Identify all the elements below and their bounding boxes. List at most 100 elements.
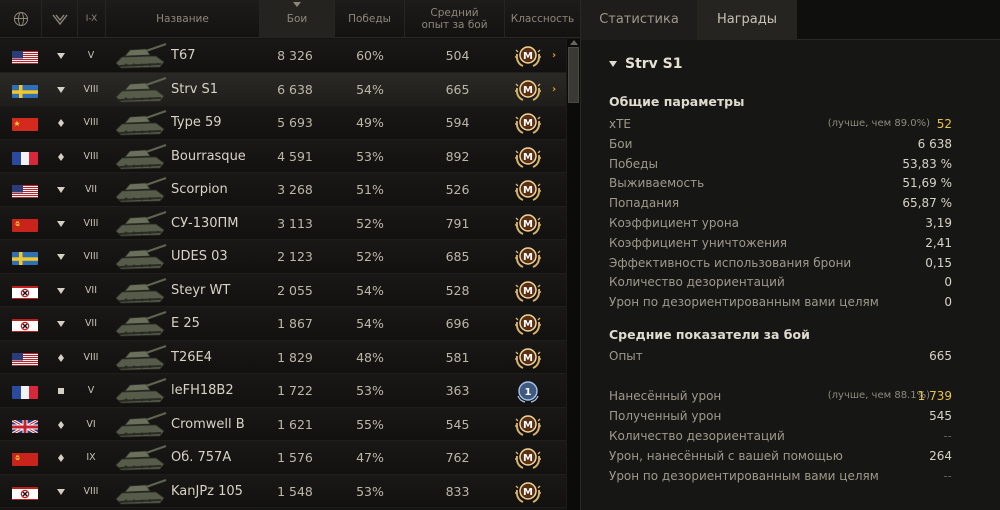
nation-flag-icon [12,285,38,299]
row-expand-arrow-icon[interactable]: › [552,39,556,72]
tier-label: VIII [83,485,99,497]
table-row[interactable]: VleFH18B2 1 722 53% 363 1 [0,374,566,408]
globe-icon [13,12,28,26]
tank-image [112,141,168,172]
tier-label: VIII [83,217,99,229]
tank-image [112,107,168,138]
sort-desc-icon [293,2,301,7]
header-name[interactable]: Название [106,0,260,38]
nation-flag-icon [12,251,38,265]
table-row[interactable]: VII Steyr WT 2 055 54% 528 M [0,273,566,307]
stat-label: Урон по дезориентированным вами целям [609,295,879,310]
stat-value: 0 [944,295,952,310]
stat-label: Полученный урон [609,409,722,423]
mastery-badge-first-class-icon: 1 [514,378,542,404]
stat-label: Количество дезориентаций [609,275,785,290]
header-avg-xp[interactable]: Средний опыт за бой [405,0,505,38]
header-wins[interactable]: Победы [335,0,405,38]
tank-image [112,476,168,507]
scroll-up-icon[interactable] [570,40,578,45]
tier-label: V [87,385,95,396]
vehicle-type-icon [55,185,67,195]
table-row[interactable]: VIII Strv S1 6 638 54% 665 M › [0,72,566,106]
svg-text:M: M [523,185,533,196]
vehicle-name: Scorpion [171,182,228,197]
scrollbar-thumb[interactable] [568,47,579,103]
svg-text:M: M [523,420,533,431]
stat-value: 1 739 [917,389,952,403]
vehicle-type-icon [51,14,68,26]
table-scrollbar[interactable] [566,39,580,510]
battles-cell: 1 548 [277,483,313,499]
battles-cell: 1 621 [277,416,313,432]
vehicle-type-icon [55,118,67,128]
nation-flag-icon [12,452,38,466]
nation-flag-icon [12,184,38,198]
header-battles[interactable]: Бои [260,0,335,38]
svg-text:M: M [523,286,533,297]
svg-text:M: M [523,252,533,263]
tier-label: VIII [83,351,99,363]
stat-label: Выживаемость [609,176,705,191]
stat-label: Опыт [609,349,643,363]
stat-value: 665 [929,349,952,363]
tank-image [112,74,168,105]
tier-label: VIII [83,83,99,95]
stat-row: Урон по дезориентированным вами целям 0 [609,292,952,312]
nation-flag-icon [12,352,38,366]
wins-cell: 52% [356,215,384,231]
table-row[interactable]: IX Об. 757А 1 576 47% 762 M [0,441,566,475]
nation-flag-icon [12,385,38,399]
vehicle-name: T67 [171,48,196,63]
vehicle-name: Bourrasque [171,148,246,164]
vehicle-type-icon [55,487,67,497]
wins-cell: 52% [356,249,384,264]
nation-flag-icon [12,151,38,165]
stat-value: 0 [944,275,952,290]
table-row[interactable]: V T67 8 326 60% 504 M › [0,39,566,73]
table-row[interactable]: VII E 25 1 867 54% 696 M [0,307,566,341]
wins-cell: 49% [356,115,384,130]
collapse-arrow-icon[interactable] [609,61,617,67]
mastery-badge-ace-icon: M [514,445,542,471]
mastery-badge-ace-icon: M [514,311,542,337]
table-row[interactable]: VIII KanJPz 105 1 548 53% 833 M [0,474,566,508]
table-row[interactable]: VIII Type 59 5 693 49% 594 M [0,106,566,140]
row-expand-arrow-icon[interactable]: › [552,73,556,106]
stat-value: 65,87 % [902,196,952,211]
stat-value: 545 [929,409,952,423]
header-mastery[interactable]: Классность [505,0,580,38]
stat-label: Эффективность использования брони [609,255,852,270]
tab-awards[interactable]: Награды [697,0,797,40]
vehicle-name: Strv S1 [171,81,219,97]
header-tier[interactable]: I-X [78,0,106,38]
tier-label: VI [86,418,96,430]
stat-row: Попадания 65,87 % [609,193,952,213]
table-row[interactable]: VIII СУ-130ПМ 3 113 52% 791 M [0,206,566,240]
avg-xp-cell: 528 [445,282,470,298]
vehicle-name: UDES 03 [171,249,228,264]
tank-image [112,342,168,373]
stat-row: Победы 53,83 % [609,154,952,174]
vehicle-name: T26E4 [171,349,212,365]
vehicle-stats-panel: Статистика Награды Strv S1 Общие парамет… [580,0,1000,510]
table-row[interactable]: VIII UDES 03 2 123 52% 685 M [0,240,566,274]
table-row[interactable]: VIII Bourrasque 4 591 53% 892 M [0,139,566,173]
wins-cell: 53% [356,483,384,499]
header-vehicle-type[interactable] [42,0,78,38]
svg-text:1: 1 [525,387,532,398]
battles-cell: 1 829 [277,349,313,365]
stat-value: 6 638 [917,136,952,151]
vehicle-name: KanJPz 105 [171,483,243,499]
table-row[interactable]: VIII T26E4 1 829 48% 581 M [0,340,566,374]
avg-xp-cell: 833 [445,483,470,499]
vehicle-type-icon [55,353,67,363]
mastery-badge-ace-icon: M [514,211,542,237]
table-row[interactable]: VII Scorpion 3 268 51% 526 M [0,173,566,207]
vehicle-title-row[interactable]: Strv S1 [609,56,683,72]
header-nation[interactable] [0,0,42,38]
table-row[interactable]: VI Cromwell B 1 621 55% 545 M [0,407,566,441]
tab-statistics[interactable]: Статистика [581,0,697,40]
mastery-badge-ace-icon: M [514,110,542,136]
nation-flag-icon [12,50,38,64]
